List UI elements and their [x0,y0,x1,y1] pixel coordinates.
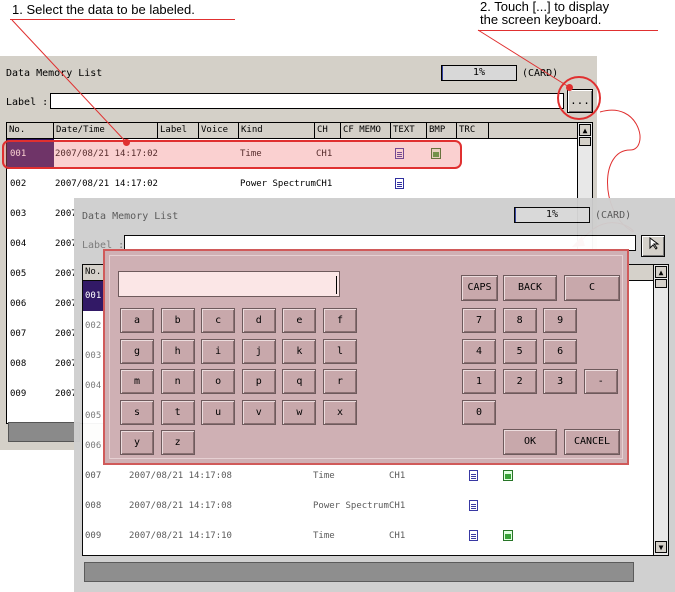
keyboard-input[interactable] [118,271,340,297]
key-m[interactable]: m [120,369,154,394]
ok-button[interactable]: OK [503,429,557,455]
cancel-button[interactable]: CANCEL [564,429,620,455]
table-row[interactable]: 007 2007/08/21 14:17:08 Time CH1 [83,461,653,491]
key-5[interactable]: 5 [502,338,537,364]
key-h[interactable]: h [160,338,195,364]
key-c[interactable]: c [201,308,236,333]
key-4[interactable]: 4 [462,338,496,364]
key-w[interactable]: w [282,399,317,425]
key-t[interactable]: t [160,399,195,425]
row-number: 005 [85,411,102,421]
clear-key[interactable]: C [564,275,620,301]
table-row[interactable]: 009 2007/08/21 14:17:10 Time CH1 [83,521,653,551]
text-file-icon[interactable] [469,530,478,541]
table-row[interactable]: 008 2007/08/21 14:17:08 Power Spectrum CH1 [83,491,653,521]
key-z[interactable]: z [160,430,195,455]
key-9[interactable]: 9 [543,308,578,333]
key-p[interactable]: p [241,369,276,394]
front-status-bar [84,562,634,582]
key-x[interactable]: x [323,399,357,425]
highlight-ellipsis-button [557,76,601,120]
key-i[interactable]: i [201,338,236,364]
row-datetime: 2007/08/21 14:17:08 [129,501,232,511]
annotation-dot-1 [123,139,130,146]
key-2[interactable]: 2 [502,369,537,394]
key-y[interactable]: y [120,430,154,455]
row-ch: CH1 [389,531,406,541]
key-1[interactable]: 1 [462,369,496,394]
key-minus[interactable]: - [583,369,618,394]
row-kind: Time [313,471,335,481]
row-ch: CH1 [389,471,406,481]
key-7[interactable]: 7 [462,308,496,333]
key-v[interactable]: v [241,399,276,425]
key-0[interactable]: 0 [462,399,496,425]
key-o[interactable]: o [201,369,236,394]
text-file-icon[interactable] [469,470,478,481]
key-k[interactable]: k [282,338,317,364]
row-no: 008 [85,501,102,511]
row-number: 006 [85,441,102,451]
row-number: 002 [85,321,102,331]
row-no: 007 [85,471,102,481]
row-datetime: 2007/08/21 14:17:10 [129,531,232,541]
key-j[interactable]: j [241,338,276,364]
key-a[interactable]: a [120,308,154,333]
key-g[interactable]: g [120,338,154,364]
row-number: 003 [85,351,102,361]
row-kind: Time [313,531,335,541]
key-8[interactable]: 8 [502,308,537,333]
ellipsis-button[interactable] [641,235,665,257]
key-n[interactable]: n [160,369,195,394]
scroll-up-button[interactable]: ▲ [655,266,667,278]
cursor-icon [649,237,660,250]
key-s[interactable]: s [120,399,154,425]
key-f[interactable]: f [323,308,357,333]
text-caret [336,276,337,294]
window-title: Data Memory List [82,211,179,222]
bmp-file-icon[interactable] [503,470,513,481]
row-datetime: 2007/08/21 14:17:08 [129,471,232,481]
key-l[interactable]: l [323,338,357,364]
media-label: (CARD) [595,210,632,221]
key-6[interactable]: 6 [543,338,578,364]
row-kind: Power Spectrum [313,501,389,511]
key-u[interactable]: u [201,399,236,425]
key-d[interactable]: d [241,308,276,333]
key-e[interactable]: e [282,308,317,333]
storage-progress: 1% [514,207,590,223]
back-key[interactable]: BACK [503,275,557,301]
bmp-file-icon[interactable] [503,530,513,541]
scroll-down-button[interactable]: ▼ [655,541,667,553]
row-ch: CH1 [389,501,406,511]
key-r[interactable]: r [323,369,357,394]
key-3[interactable]: 3 [543,369,578,394]
progress-fill [515,208,516,222]
list-scrollbar[interactable]: ▲ ▼ [653,265,668,555]
row-no: 009 [85,531,102,541]
key-b[interactable]: b [160,308,195,333]
row-number: 001 [83,281,103,311]
screen-keyboard: abcdef ghijkl mnopqr stuvwx yz 789 456 123- 0 C… [103,249,629,465]
caps-key[interactable]: CAPS [461,275,498,301]
key-q[interactable]: q [282,369,317,394]
row-number: 004 [85,381,102,391]
scroll-thumb[interactable] [655,279,667,288]
text-file-icon[interactable] [469,500,478,511]
